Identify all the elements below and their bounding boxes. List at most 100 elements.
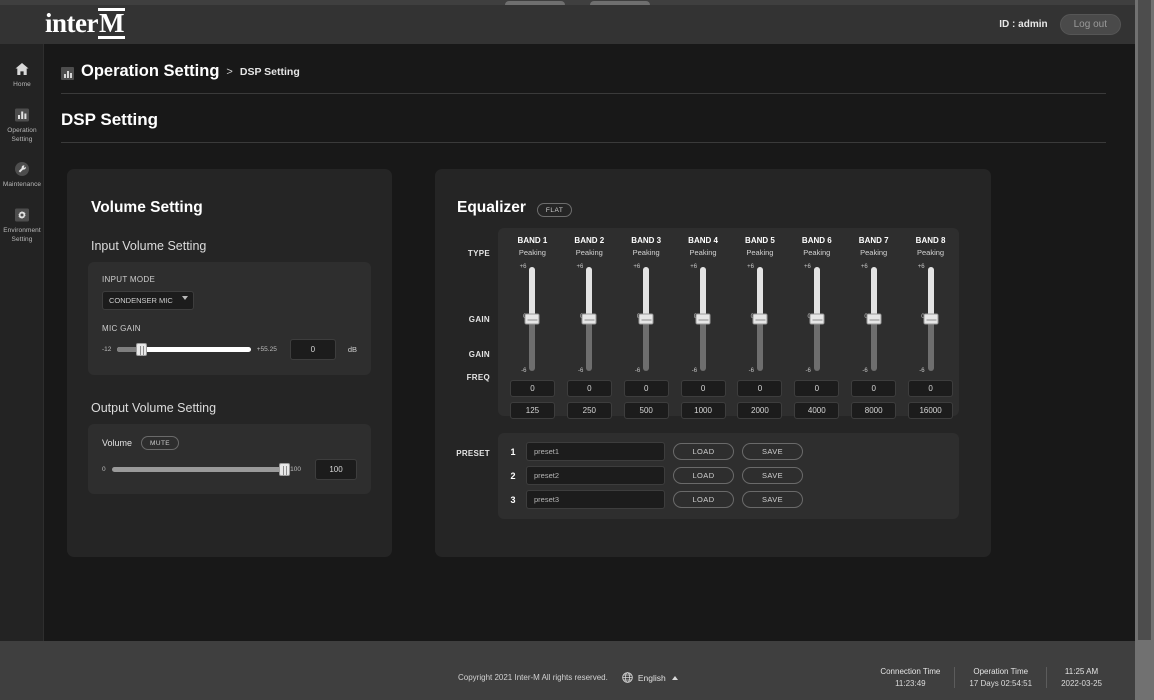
output-volume-value-input[interactable] [315, 459, 357, 480]
output-volume-slider-thumb[interactable] [279, 463, 290, 476]
preset-name-input[interactable] [526, 490, 665, 509]
volume-label: Volume [102, 438, 132, 448]
preset-save-button[interactable]: SAVE [742, 467, 803, 484]
band-gain-value-input[interactable] [794, 380, 839, 397]
input-volume-section-title: Input Volume Setting [91, 239, 392, 253]
language-selector[interactable]: English [622, 672, 678, 683]
slider-tick-min: -6 [919, 368, 924, 374]
preset-number: 3 [508, 495, 518, 505]
bar-chart-icon [14, 107, 30, 123]
band-gain-slider-thumb[interactable] [923, 314, 938, 325]
band-name-label: BAND 2 [574, 236, 604, 245]
band-type-label: Peaking [633, 248, 660, 257]
mute-button[interactable]: MUTE [141, 436, 179, 450]
logout-button[interactable]: Log out [1060, 14, 1121, 35]
output-volume-header: Volume MUTE [102, 436, 357, 450]
band-freq-value-input[interactable] [737, 402, 782, 419]
band-gain-slider-thumb[interactable] [525, 314, 540, 325]
mic-gain-value-input[interactable] [290, 339, 336, 360]
mic-gain-slider-thumb[interactable] [136, 343, 147, 356]
logo-mark: M [98, 8, 125, 40]
band-gain-slider-fill [871, 267, 877, 319]
band-gain-value-input[interactable] [681, 380, 726, 397]
preset-load-button[interactable]: LOAD [673, 467, 734, 484]
band-gain-slider-thumb[interactable] [752, 314, 767, 325]
band-gain-value-input[interactable] [510, 380, 555, 397]
band-gain-slider-thumb[interactable] [639, 314, 654, 325]
band-freq-value-input[interactable] [624, 402, 669, 419]
preset-number: 2 [508, 471, 518, 481]
band-gain-slider-fill [757, 267, 763, 319]
band-name-label: BAND 5 [745, 236, 775, 245]
interm-logo[interactable]: interM [45, 8, 125, 40]
preset-load-button[interactable]: LOAD [673, 443, 734, 460]
preset-row: 3 LOAD SAVE [508, 490, 949, 509]
mic-gain-unit-label: dB [348, 345, 357, 354]
band-freq-value-input[interactable] [510, 402, 555, 419]
band-gain-slider[interactable]: +60-6 [513, 267, 551, 371]
mic-gain-max-label: +55.25 [257, 346, 277, 353]
mic-gain-slider[interactable] [117, 347, 250, 352]
sidebar-item-maintenance[interactable]: Maintenance [0, 152, 44, 198]
band-gain-value-input[interactable] [737, 380, 782, 397]
output-volume-slider[interactable] [112, 467, 285, 472]
slider-tick-max: +6 [918, 264, 925, 270]
flat-button[interactable]: FLAT [537, 203, 572, 217]
equalizer-band: BAND 5 Peaking +60-6 [732, 236, 789, 419]
band-gain-slider-thumb[interactable] [582, 314, 597, 325]
equalizer-panel: Equalizer FLAT TYPE GAIN GAIN FREQ BAND … [435, 169, 991, 557]
page-scrollbar[interactable] [1135, 0, 1154, 700]
footer-stat-key: Operation Time [969, 667, 1032, 676]
app-window: interM ID : admin Log out Home Operation… [0, 0, 1154, 700]
equalizer-band: BAND 7Peaking+60-6 [845, 236, 902, 419]
band-gain-slider-thumb[interactable] [866, 314, 881, 325]
band-type-label: Peaking [917, 248, 944, 257]
band-gain-slider[interactable]: +60-6 [855, 267, 893, 371]
sidebar-item-home[interactable]: Home [0, 52, 44, 98]
band-name-label: BAND 4 [688, 236, 718, 245]
band-gain-value-input[interactable] [908, 380, 953, 397]
band-freq-value-input[interactable] [851, 402, 896, 419]
equalizer-band: BAND 2Peaking+60-6 [561, 236, 618, 419]
band-freq-value-input[interactable] [794, 402, 839, 419]
breadcrumb-main[interactable]: Operation Setting [81, 62, 219, 81]
equalizer-bands-card: TYPE GAIN GAIN FREQ BAND 1Peaking+60-6BA… [498, 228, 959, 416]
preset-load-button[interactable]: LOAD [673, 491, 734, 508]
copyright-text: Copyright 2021 Inter-M All rights reserv… [458, 673, 608, 682]
preset-save-button[interactable]: SAVE [742, 443, 803, 460]
output-volume-card: Volume MUTE 0 100 [88, 424, 371, 494]
footer-stat: 11:25 AM2022-03-25 [1046, 667, 1116, 688]
preset-save-button[interactable]: SAVE [742, 491, 803, 508]
row-label-type: TYPE [446, 249, 490, 258]
band-gain-slider[interactable]: +60-6 [798, 267, 836, 371]
band-gain-slider[interactable]: +60-6 [627, 267, 665, 371]
band-gain-slider[interactable]: +60-6 [912, 267, 950, 371]
breadcrumb: Operation Setting > DSP Setting [61, 62, 1106, 94]
equalizer-band: BAND 8Peaking+60-6 [902, 236, 959, 419]
sidebar-item-operation-setting[interactable]: OperationSetting [0, 98, 44, 153]
preset-list: 1LOADSAVE2LOADSAVE3LOADSAVE [508, 442, 949, 509]
row-label-gain-value: GAIN [446, 350, 490, 359]
footer-stat-value: 2022-03-25 [1061, 679, 1102, 688]
chevron-up-icon [672, 676, 678, 680]
band-gain-slider-fill [529, 267, 535, 319]
band-gain-value-input[interactable] [624, 380, 669, 397]
footer-stat: Connection Time11:23:49 [866, 667, 954, 688]
band-gain-value-input[interactable] [851, 380, 896, 397]
band-type-label: Peaking [746, 248, 773, 257]
band-gain-value-input[interactable] [567, 380, 612, 397]
band-freq-value-input[interactable] [567, 402, 612, 419]
band-gain-slider-thumb[interactable] [809, 314, 824, 325]
band-gain-slider[interactable]: +60-6 [684, 267, 722, 371]
scrollbar-thumb[interactable] [1138, 0, 1151, 640]
band-gain-slider-thumb[interactable] [696, 314, 711, 325]
preset-name-input[interactable] [526, 442, 665, 461]
band-gain-slider[interactable]: +60-6 [741, 267, 779, 371]
sidebar-item-environment-setting[interactable]: EnvironmentSetting [0, 198, 44, 253]
band-gain-slider[interactable]: +60-6 [570, 267, 608, 371]
preset-name-input[interactable] [526, 466, 665, 485]
band-freq-value-input[interactable] [681, 402, 726, 419]
input-mode-select[interactable]: CONDENSER MIC [102, 291, 194, 310]
footer-stats-group: Connection Time11:23:49Operation Time17 … [866, 667, 1116, 688]
band-freq-value-input[interactable] [908, 402, 953, 419]
